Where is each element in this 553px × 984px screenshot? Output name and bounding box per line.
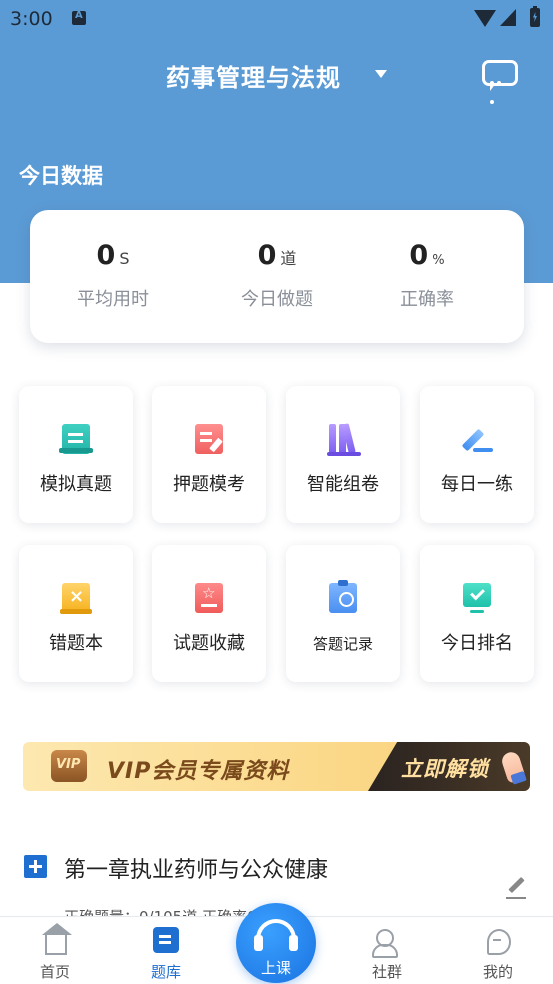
feature-mock-exam[interactable]: 模拟真题	[19, 386, 133, 523]
unlock-button[interactable]: 立即解锁	[401, 753, 489, 783]
headset-icon	[254, 919, 298, 951]
feature-label: 每日一练	[441, 474, 513, 495]
stat-label: 平均用时	[77, 289, 149, 310]
edit-document-icon	[195, 424, 223, 454]
group-icon	[370, 927, 400, 958]
stat-unit: %	[432, 253, 445, 268]
wifi-icon	[474, 10, 496, 27]
message-button[interactable]	[482, 60, 520, 104]
feature-smart-paper[interactable]: 智能组卷	[286, 386, 400, 523]
stat-value: 0	[96, 240, 116, 271]
stat-label: 今日做题	[241, 289, 313, 310]
feature-wrong-book[interactable]: 错题本	[19, 545, 133, 682]
feature-label: 智能组卷	[307, 474, 379, 495]
keyboard-a-icon	[72, 10, 86, 25]
star-bookmark-icon	[195, 583, 223, 613]
stat-avg-time: 0S 平均用时	[38, 240, 188, 311]
feature-label: 错题本	[49, 633, 103, 654]
subject-title[interactable]: 药事管理与法规	[166, 58, 341, 93]
profile-icon	[483, 927, 513, 955]
today-data-title: 今日数据	[19, 164, 103, 188]
feature-label: 今日排名	[441, 633, 513, 654]
exam-paper-icon	[59, 424, 93, 454]
edit-pencil-icon[interactable]	[504, 876, 528, 900]
stat-label: 正确率	[400, 289, 454, 310]
feature-label: 押题模考	[173, 474, 245, 495]
signal-icon	[500, 9, 516, 26]
status-time: 3:00	[10, 8, 53, 30]
feature-daily-practice[interactable]: 每日一练	[420, 386, 534, 523]
tab-label: 社群	[371, 963, 402, 981]
feature-label: 模拟真题	[40, 474, 112, 495]
tab-question-bank[interactable]: 题库	[111, 917, 221, 984]
tab-home[interactable]: 首页	[0, 917, 110, 984]
monitor-check-icon	[463, 583, 491, 613]
vip-banner-text: VIP会员专属资料	[107, 759, 290, 784]
feature-today-ranking[interactable]: 今日排名	[420, 545, 534, 682]
tab-label: 首页	[39, 963, 70, 981]
vip-badge-icon	[51, 750, 87, 782]
feature-predicted-exam[interactable]: 押题模考	[152, 386, 266, 523]
stat-value: 0	[257, 240, 277, 271]
status-bar: 3:00	[0, 0, 553, 38]
feature-answer-record[interactable]: 答题记录	[286, 545, 400, 682]
stats-card: 0S 平均用时 0道 今日做题 0% 正确率	[30, 210, 524, 343]
tab-label: 我的	[482, 963, 513, 981]
stat-unit: S	[119, 249, 130, 268]
stat-unit: 道	[280, 249, 297, 268]
stat-accuracy: 0% 正确率	[352, 240, 502, 311]
chapter-title[interactable]: 第一章执业药师与公众健康	[64, 852, 328, 884]
tab-community[interactable]: 社群	[332, 917, 442, 984]
feature-favorites[interactable]: 试题收藏	[152, 545, 266, 682]
tab-label: 上课	[260, 959, 291, 977]
clipboard-clock-icon	[329, 580, 357, 613]
home-icon	[42, 923, 72, 955]
vip-banner[interactable]: VIP会员专属资料 立即解锁	[23, 742, 530, 791]
feature-label: 答题记录	[312, 635, 373, 653]
tab-label: 题库	[150, 963, 181, 981]
battery-charging-icon	[530, 6, 540, 27]
question-bank-page: 3:00 药事管理与法规 今日数据 0S 平均用时 0道 今日做题 0% 正确率…	[0, 0, 553, 984]
feature-label: 试题收藏	[173, 633, 245, 654]
books-icon	[327, 423, 361, 456]
tab-live-class[interactable]: 上课	[236, 903, 316, 983]
stat-today-questions: 0道 今日做题	[202, 240, 352, 311]
question-bank-icon	[153, 927, 179, 953]
wrong-notebook-icon	[60, 583, 92, 614]
stat-value: 0	[409, 240, 429, 271]
dropdown-caret-icon[interactable]	[375, 70, 387, 78]
chat-dots	[490, 70, 510, 104]
expand-plus-icon[interactable]	[24, 855, 47, 878]
pencil-write-icon	[463, 424, 493, 454]
tab-mine[interactable]: 我的	[443, 917, 553, 984]
